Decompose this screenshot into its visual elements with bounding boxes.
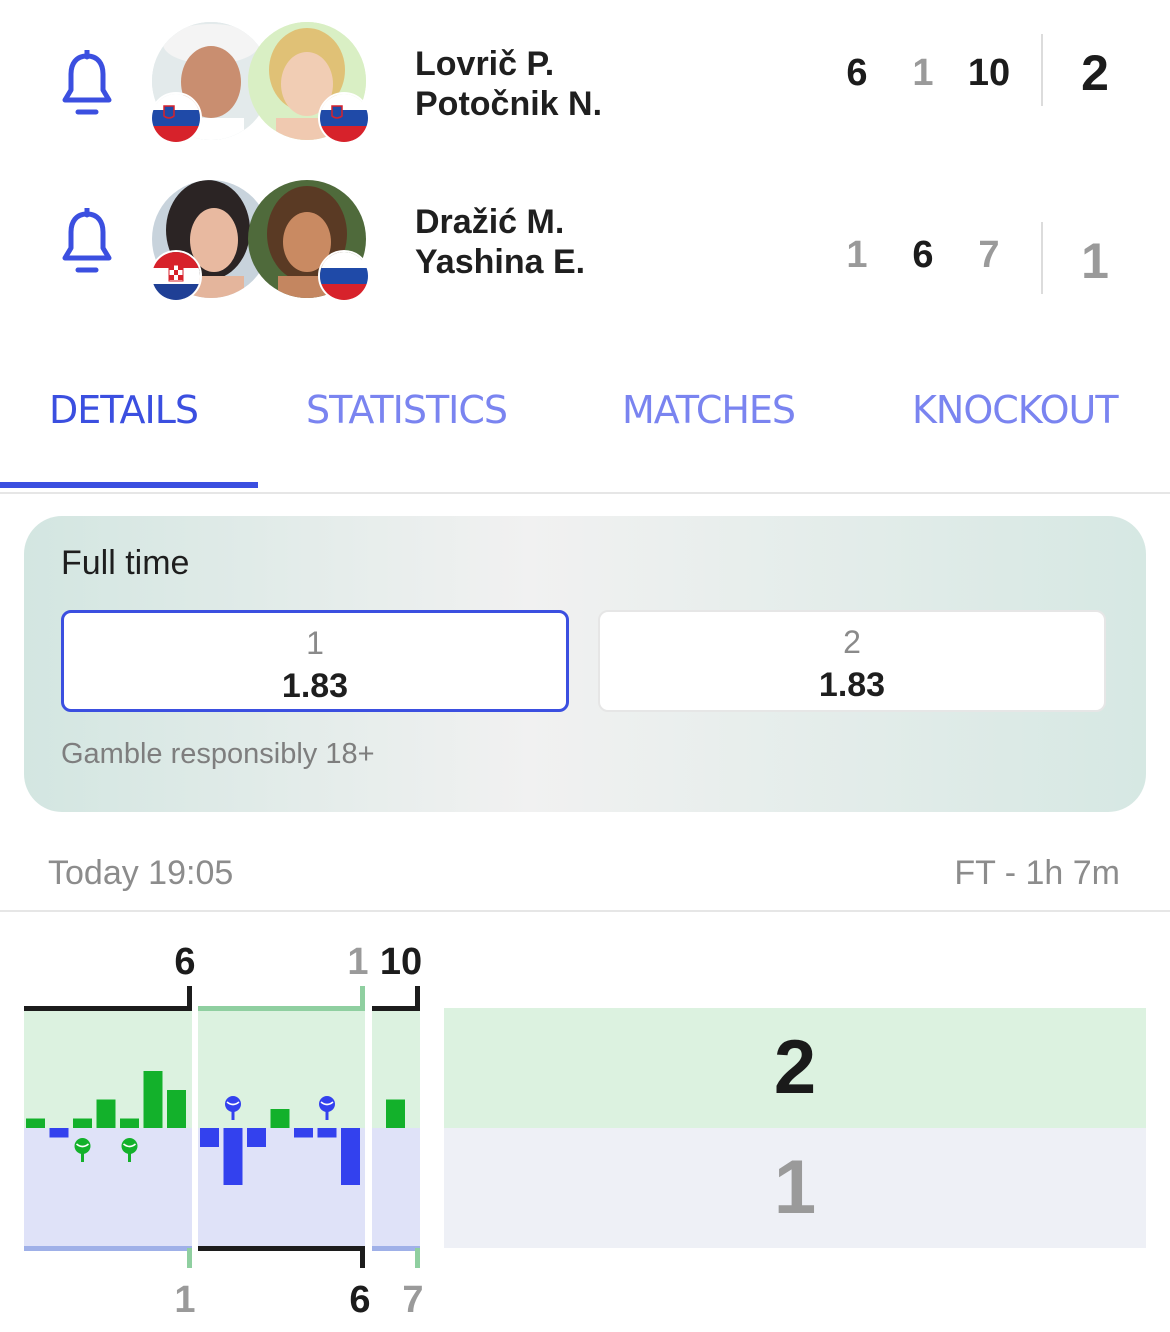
momentum-bar — [341, 1128, 360, 1185]
set-bracket-tick — [415, 1248, 420, 1268]
away-team-row[interactable]: Dražić M. Yashina E. 1 6 7 1 — [0, 180, 1170, 310]
set-bracket-bottom — [198, 1246, 365, 1251]
set-score: 7 — [978, 234, 1000, 276]
momentum-away-area — [198, 1128, 365, 1248]
ball-stem — [128, 1152, 131, 1162]
momentum-bar — [247, 1128, 266, 1147]
bell-icon[interactable] — [60, 50, 114, 120]
player-name[interactable]: Lovrič P. — [415, 44, 602, 84]
total-score: 1 — [1081, 233, 1109, 289]
total-score: 2 — [1081, 45, 1109, 101]
tab-details[interactable]: DETAILS — [49, 388, 199, 432]
set-score: 6 — [912, 234, 934, 276]
momentum-home-set-label: 1 — [347, 941, 368, 983]
momentum-home-set-label: 6 — [174, 941, 195, 983]
momentum-bar — [223, 1128, 243, 1185]
momentum-away-set-label: 7 — [402, 1279, 423, 1321]
ball-stem — [231, 1110, 235, 1120]
russia-flag-icon — [318, 250, 370, 302]
momentum-bar — [294, 1128, 313, 1138]
tab-knockout[interactable]: KNOCKOUT — [912, 388, 1119, 432]
gamble-disclaimer[interactable]: Gamble responsibly 18+ — [61, 738, 375, 771]
odds-option-away[interactable]: 2 1.83 — [598, 610, 1106, 712]
croatia-flag-icon — [150, 250, 202, 302]
set-bracket-tick — [415, 986, 420, 1008]
set-bracket-top — [372, 1006, 420, 1011]
momentum-bar — [96, 1099, 116, 1128]
tab-statistics[interactable]: STATISTICS — [306, 388, 508, 432]
odds-value: 1.83 — [281, 667, 349, 705]
momentum-bar — [200, 1128, 219, 1147]
momentum-bar — [120, 1118, 139, 1128]
odds-value: 1.83 — [818, 666, 886, 704]
active-tab-indicator — [0, 482, 258, 488]
home-total-box: 2 — [444, 1008, 1146, 1128]
set-score: 1 — [846, 234, 868, 276]
home-team-row[interactable]: Lovrič P. Potočnik N. 6 1 10 2 — [0, 22, 1170, 152]
odds-card: Full time 1 1.83 2 1.83 Gamble responsib… — [24, 516, 1146, 812]
momentum-bar — [317, 1128, 337, 1138]
set-score: 10 — [967, 52, 1011, 94]
match-status: FT - 1h 7m — [954, 854, 1120, 892]
odds-title: Full time — [61, 544, 190, 582]
away-total-box: 1 — [444, 1128, 1146, 1248]
momentum-away-area — [24, 1128, 192, 1248]
momentum-away-set-label: 1 — [174, 1279, 195, 1321]
start-time: Today 19:05 — [48, 854, 234, 892]
momentum-bar — [49, 1128, 69, 1138]
momentum-away-area — [372, 1128, 420, 1248]
set-bracket-top — [198, 1006, 365, 1011]
slovenia-flag-icon — [150, 92, 202, 144]
set-bracket-bottom — [24, 1246, 192, 1251]
set-score: 1 — [912, 52, 934, 94]
away-avatars — [150, 180, 370, 302]
away-total: 1 — [773, 1145, 817, 1230]
momentum-bar — [26, 1118, 45, 1128]
momentum-bar — [73, 1118, 92, 1128]
momentum-bar — [167, 1090, 186, 1128]
momentum-chart: 6 1 10 1 6 7 — [24, 941, 424, 1321]
tab-matches[interactable]: MATCHES — [622, 388, 796, 432]
player-name[interactable]: Dražić M. — [415, 202, 585, 242]
home-total: 2 — [773, 1025, 817, 1110]
set-bracket-top — [24, 1006, 192, 1011]
ball-stem — [81, 1152, 84, 1162]
ball-stem — [325, 1110, 329, 1120]
score-divider — [1041, 222, 1043, 294]
player-name[interactable]: Yashina E. — [415, 242, 585, 282]
momentum-home-set-label: 10 — [380, 941, 422, 983]
set-bracket-tick — [360, 986, 365, 1008]
momentum-bar — [270, 1109, 290, 1128]
momentum-bar — [143, 1071, 163, 1128]
home-player-names[interactable]: Lovrič P. Potočnik N. — [415, 44, 602, 124]
score-divider — [1041, 34, 1043, 106]
home-avatars — [150, 22, 370, 144]
slovenia-flag-icon — [318, 92, 370, 144]
set-bracket-tick — [187, 986, 192, 1008]
away-player-names[interactable]: Dražić M. Yashina E. — [415, 202, 585, 282]
odds-label: 2 — [843, 624, 861, 660]
set-score: 6 — [846, 52, 868, 94]
set-bracket-bottom — [372, 1246, 420, 1251]
total-score-panel: 2 1 — [444, 1008, 1146, 1248]
set-bracket-tick — [360, 1248, 365, 1268]
match-meta: Today 19:05 FT - 1h 7m — [0, 842, 1170, 912]
odds-option-home[interactable]: 1 1.83 — [61, 610, 569, 712]
player-name[interactable]: Potočnik N. — [415, 84, 602, 124]
bell-icon[interactable] — [60, 208, 114, 278]
tab-bar: DETAILS STATISTICS MATCHES KNOCKOUT — [0, 370, 1170, 494]
odds-label: 1 — [306, 625, 324, 661]
momentum-bar — [386, 1099, 405, 1128]
set-bracket-tick — [187, 1248, 192, 1268]
momentum-away-set-label: 6 — [349, 1279, 370, 1321]
